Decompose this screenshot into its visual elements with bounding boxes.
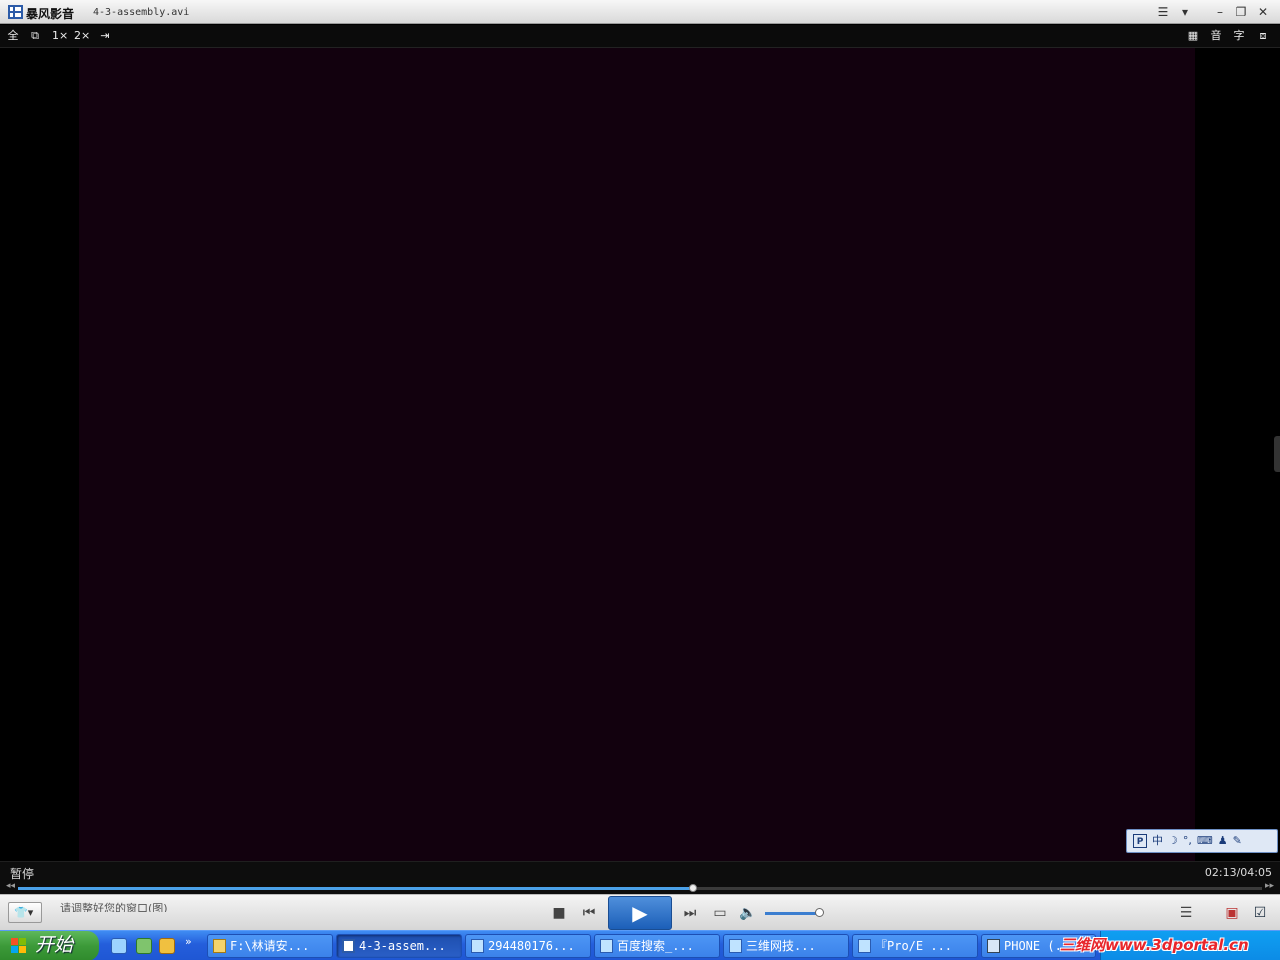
player-icon [342,939,355,953]
marquee-text: 请调整好您的窗口(图) [60,902,168,912]
ime-punctuation-icon[interactable]: °, [1183,834,1192,848]
forward-arrow-icon[interactable]: ▸▸ [1265,881,1274,891]
previous-button[interactable]: ⏮ [580,905,598,921]
mute-button[interactable]: 🔈 [739,905,757,921]
rewind-arrow-icon[interactable]: ◂◂ [6,881,15,891]
next-button[interactable]: ⏭ [681,905,699,921]
seek-bar-fill [18,887,694,890]
playback-state: 暂停 [10,867,35,881]
ie-icon [858,939,871,953]
seek-bar-knob[interactable] [689,884,698,892]
ie-icon [600,939,613,953]
restore-button[interactable]: ❐ [1233,4,1249,20]
ime-language-toggle[interactable]: 中 [1152,834,1163,848]
ie-quicklaunch-icon[interactable] [111,938,127,954]
title-bar[interactable]: 暴风影音 4-3-assembly.avi ☰ ▾ – ❐ ✕ [0,0,1280,24]
ime-moon-icon[interactable]: ☽ [1168,834,1178,848]
skin-menu-icon[interactable]: ▾ [1177,4,1193,20]
size-1x-button[interactable]: 1× [52,28,68,44]
layout-icon[interactable]: ▦ [1186,28,1200,44]
taskbar-item[interactable]: 294480176... [465,934,591,958]
app-name: 暴风影音 [26,7,75,21]
window-icon [987,939,1000,953]
start-button[interactable]: 开始 [0,931,99,960]
ime-user-icon[interactable]: ♟ [1218,834,1228,848]
control-bar: 👕▾ 请调整好您的窗口(图) ■ ⏮ ▶ ⏭ ▭ 🔈 ☰ ▣ ☑ [0,894,1280,930]
watermark-text: 三维网www.3dportal.cn [1060,936,1249,954]
minimize-button[interactable]: – [1212,4,1228,20]
ie-icon [471,939,484,953]
subtitle-button[interactable]: 字 [1232,28,1246,44]
taskbar-item[interactable]: 4-3-assem... [336,934,462,958]
volume-knob[interactable] [815,908,824,917]
browser-quicklaunch-icon[interactable] [136,938,152,954]
close-button[interactable]: ✕ [1255,4,1271,20]
open-file-button[interactable]: ▭ [711,905,729,921]
status-bar: 暂停 02:13/04:05 [0,861,1280,882]
progress-row: ◂◂ ▸▸ [0,881,1280,894]
video-area[interactable] [0,48,1280,861]
pin-icon[interactable]: ⇥ [98,28,112,44]
window-file-title: 4-3-assembly.avi [93,7,190,18]
playlist-button[interactable]: ☰ [1177,905,1195,921]
taskbar-item[interactable]: 『Pro/E ... [852,934,978,958]
video-frame[interactable] [79,48,1195,861]
extra-button[interactable]: ☑ [1251,905,1269,921]
exit-panel-icon[interactable]: ⧈ [1256,28,1270,44]
app-logo-icon [8,5,23,19]
ime-toolbar: P 中 ☽ °, ⌨ ♟ ✎ [1126,829,1278,853]
taskbar-item[interactable]: 百度搜索_... [594,934,720,958]
ime-logo-icon[interactable]: P [1133,834,1147,848]
quicklaunch-overflow-icon[interactable]: » [185,935,201,951]
taskbar-item[interactable]: 三维网技... [723,934,849,958]
desktop: 暴风影音 4-3-assembly.avi ☰ ▾ – ❐ ✕ 全 ⧉ 1× 2… [0,0,1280,960]
mini-mode-icon[interactable]: ⧉ [28,28,42,44]
side-panel-handle[interactable] [1274,436,1280,472]
skin-button[interactable]: 👕▾ [8,902,42,923]
fullscreen-button[interactable]: 全 [6,28,20,44]
ime-keyboard-icon[interactable]: ⌨ [1197,834,1213,848]
qq-quicklaunch-icon[interactable] [159,938,175,954]
player-toolbar: 全 ⧉ 1× 2× ⇥ ▦ 音 字 ⧈ [0,25,1280,48]
stop-button[interactable]: ■ [551,905,567,921]
ie-icon [729,939,742,953]
windows-flag-icon [11,938,27,954]
volume-slider[interactable] [765,912,821,915]
seek-bar[interactable] [18,884,1262,892]
time-readout: 02:13/04:05 [1204,866,1272,879]
folder-icon [213,939,226,953]
size-2x-button[interactable]: 2× [74,28,90,44]
start-label: 开始 [35,934,74,956]
main-menu-icon[interactable]: ☰ [1155,4,1171,20]
play-button[interactable]: ▶ [608,896,672,930]
audio-button[interactable]: 音 [1209,28,1223,44]
taskbar-item[interactable]: F:\林请安... [207,934,333,958]
ime-tool-icon[interactable]: ✎ [1233,834,1242,848]
toolbox-button[interactable]: ▣ [1223,905,1241,921]
